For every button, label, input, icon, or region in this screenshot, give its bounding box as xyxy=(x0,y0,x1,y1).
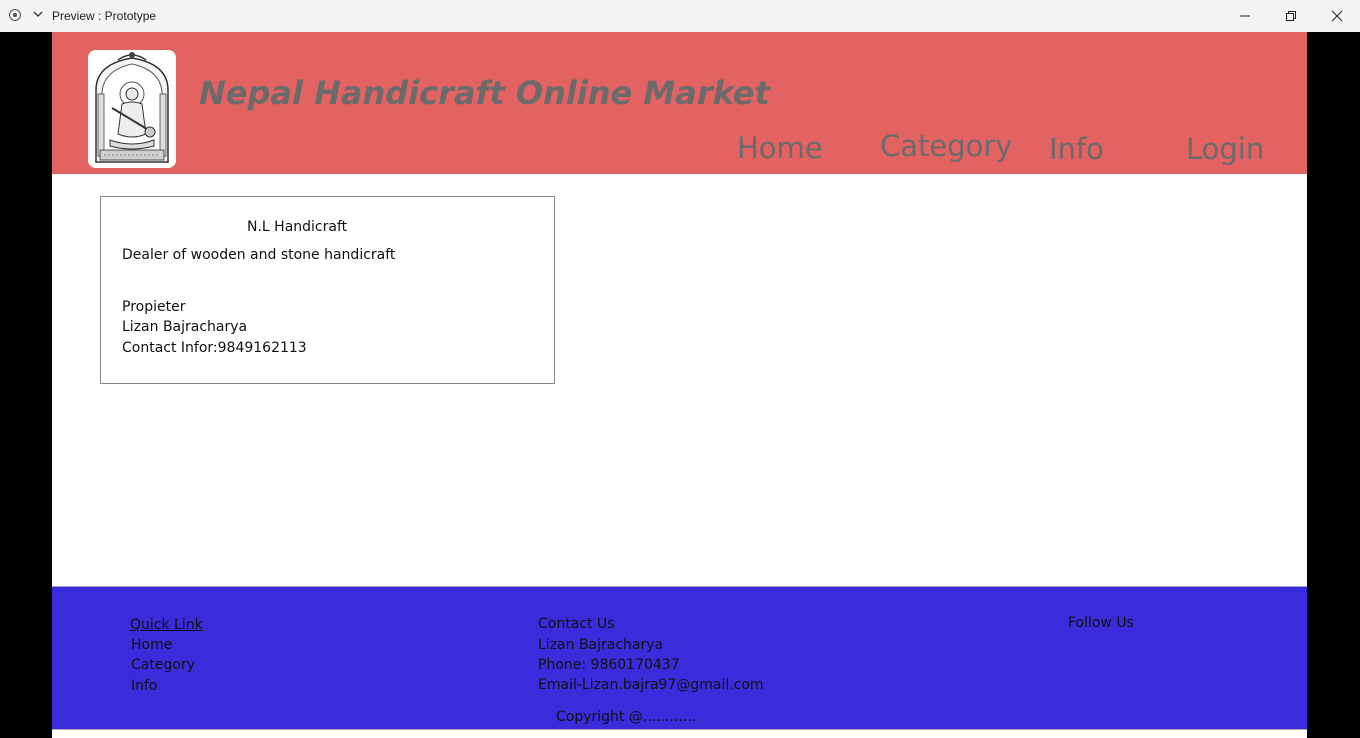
saraswati-logo xyxy=(88,50,176,168)
close-icon xyxy=(1331,10,1343,22)
copyright-text: Copyright @............ xyxy=(556,709,697,725)
shop-description: Dealer of wooden and stone handicraft xyxy=(122,247,396,263)
contact-email: Email-Lizan.bajra97@gmail.com xyxy=(538,677,764,693)
contact-name: Lizan Bajracharya xyxy=(538,637,664,653)
shop-info-card: N.L Handicraft Dealer of wooden and ston… xyxy=(100,196,555,384)
proprietor-name: Lizan Bajracharya xyxy=(122,319,248,335)
quick-link-title[interactable]: Quick Link xyxy=(130,617,203,633)
footer-link-info[interactable]: Info xyxy=(131,678,158,694)
restore-button[interactable] xyxy=(1268,0,1314,32)
footer-link-home[interactable]: Home xyxy=(131,637,172,653)
follow-us-title: Follow Us xyxy=(1068,615,1134,631)
minimize-icon xyxy=(1240,15,1250,17)
deity-illustration-icon xyxy=(88,50,176,168)
contact-phone: Phone: 9860170437 xyxy=(538,657,680,673)
window-title: Preview : Prototype xyxy=(52,9,157,23)
window-titlebar: Preview : Prototype xyxy=(0,0,1360,32)
minimize-button[interactable] xyxy=(1222,0,1268,32)
site-header: Nepal Handicraft Online Market Home Cate… xyxy=(52,32,1307,174)
footer-link-category[interactable]: Category xyxy=(131,657,195,673)
restore-icon xyxy=(1286,11,1296,21)
contact-info: Contact Infor:9849162113 xyxy=(122,340,307,356)
site-footer: Quick Link Home Category Info Contact Us… xyxy=(52,586,1307,729)
page-content: Nepal Handicraft Online Market Home Cate… xyxy=(52,32,1307,738)
proprietor-label: Propieter xyxy=(122,299,186,315)
nav-home[interactable]: Home xyxy=(737,131,823,165)
nav-info[interactable]: Info xyxy=(1049,132,1104,166)
nav-category[interactable]: Category xyxy=(880,129,1012,163)
shop-name: N.L Handicraft xyxy=(247,219,348,235)
chevron-down-icon[interactable] xyxy=(32,8,44,20)
contact-us-title: Contact Us xyxy=(538,616,615,632)
site-title: Nepal Handicraft Online Market xyxy=(199,74,770,112)
footer-divider xyxy=(52,729,1307,738)
nav-login[interactable]: Login xyxy=(1186,132,1264,166)
close-button[interactable] xyxy=(1314,0,1360,32)
app-icon[interactable] xyxy=(9,9,21,21)
